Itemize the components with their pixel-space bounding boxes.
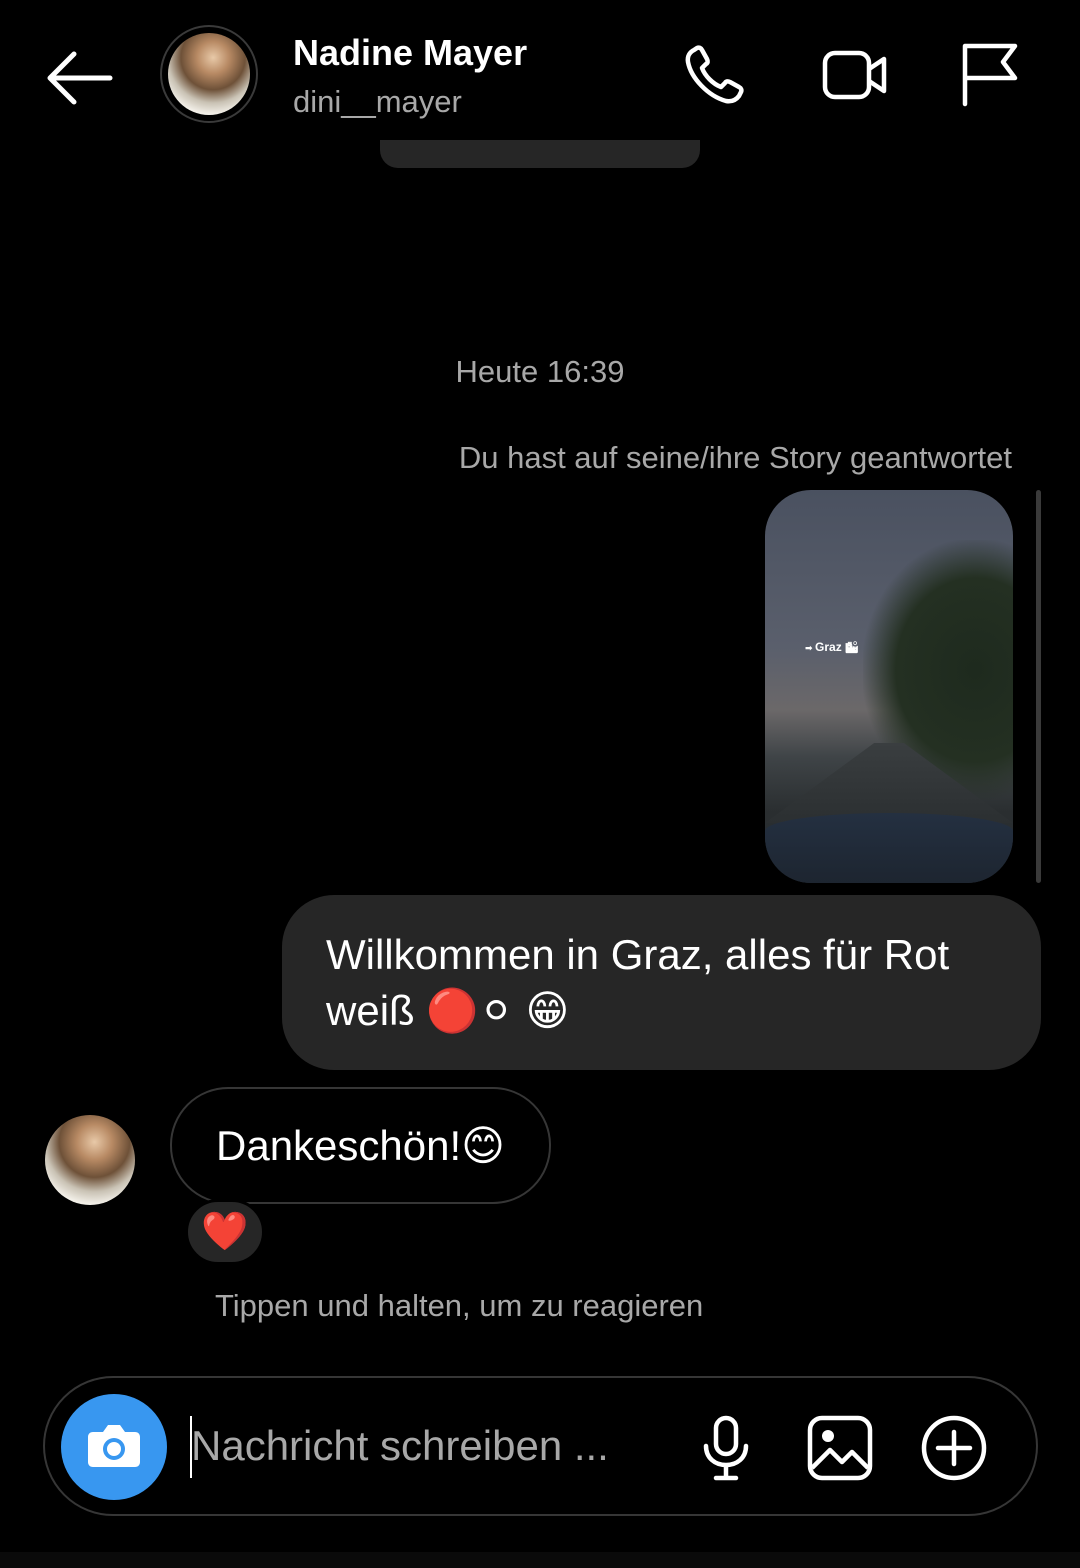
contact-name[interactable]: Nadine Mayer [293,32,527,74]
gallery-icon[interactable] [804,1412,876,1484]
incoming-message-bubble[interactable]: Dankeschön!😊 [170,1087,551,1204]
message-input[interactable] [191,1410,651,1482]
story-reply-indicator [1036,490,1041,883]
phone-icon[interactable] [680,40,750,110]
dm-thread-screen: Nadine Mayer dini__mayer Heute 16:39 Du … [0,0,1080,1568]
story-dashboard [765,813,1013,883]
contact-username[interactable]: dini__mayer [293,84,462,120]
story-location-sticker: ➡ Graz 🏙 [805,640,859,654]
outgoing-message-bubble[interactable]: Willkommen in Graz, alles für Rot weiß 🔴… [282,895,1041,1070]
reaction-hint: Tippen und halten, um zu reagieren [215,1288,704,1323]
reaction-emoji: ❤️ [201,1211,249,1253]
incoming-message-text: Dankeschön!😊 [216,1122,505,1169]
system-nav-strip [0,1552,1080,1568]
flag-icon[interactable] [955,40,1025,110]
heart-reaction-icon[interactable]: ❤️ [185,1199,265,1265]
outgoing-message-text: Willkommen in Graz, alles für Rot weiß 🔴… [326,931,950,1034]
profile-avatar[interactable] [160,25,258,123]
camera-icon[interactable] [61,1394,167,1500]
add-circle-icon[interactable] [918,1412,990,1484]
avatar-image [168,33,250,115]
story-reply-note: Du hast auf seine/ihre Story geantwortet [458,440,1012,475]
back-arrow-icon[interactable] [40,42,118,114]
microphone-icon[interactable] [690,1412,762,1484]
sender-avatar[interactable] [45,1115,135,1205]
previous-message-edge [380,140,700,168]
video-call-icon[interactable] [820,40,890,110]
thread-header: Nadine Mayer dini__mayer [0,0,1080,155]
message-timestamp: Heute 16:39 [455,354,625,389]
story-preview-image[interactable]: ➡ Graz 🏙 [765,490,1013,883]
message-composer [43,1376,1038,1516]
